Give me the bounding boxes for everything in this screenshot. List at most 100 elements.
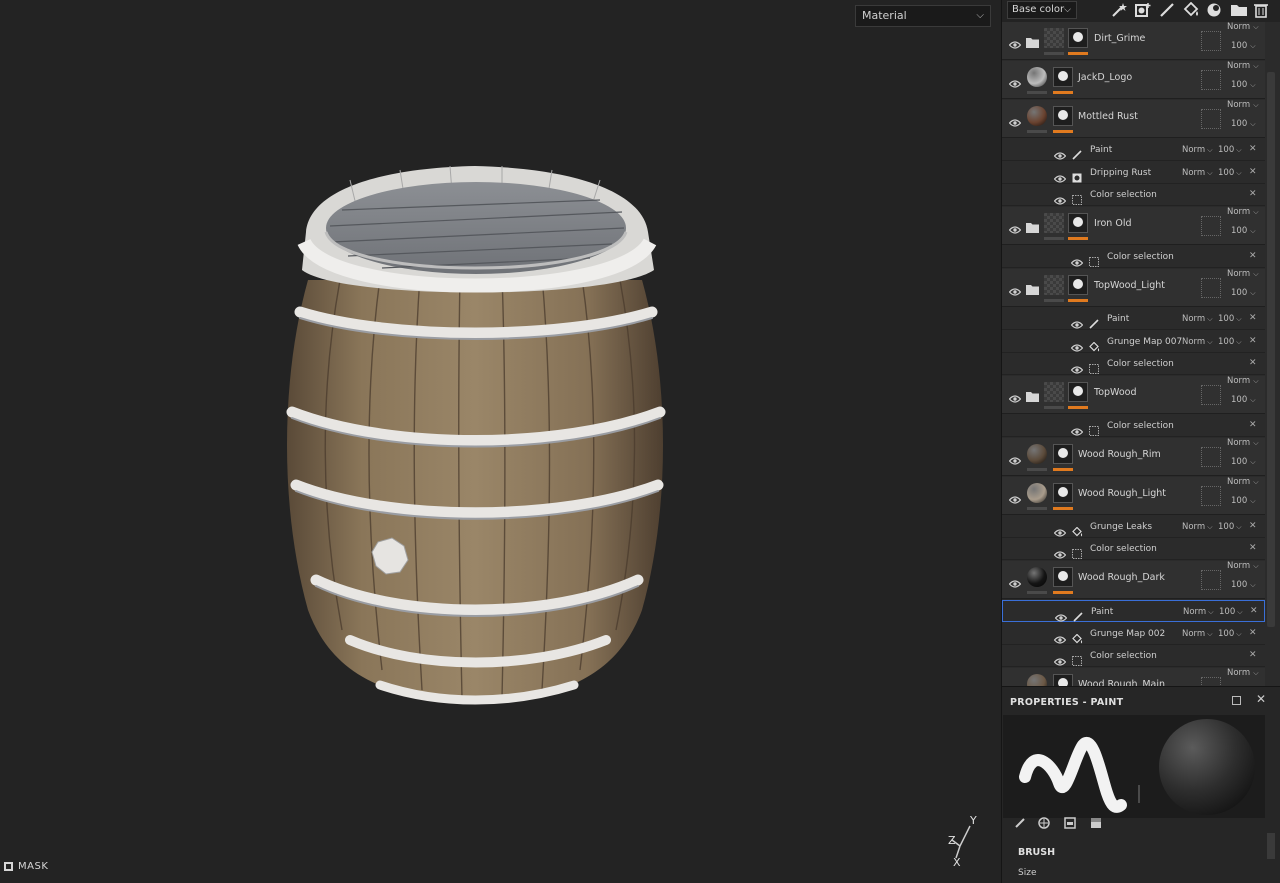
opacity-dropdown[interactable]: 100 ⌵ [1231,457,1256,467]
opacity-dropdown[interactable]: 100 ⌵ [1218,314,1242,324]
mask-thumbnail[interactable] [1053,67,1073,87]
effect-name[interactable]: Color selection [1090,190,1157,200]
effect-row[interactable]: Color selection ✕ [1002,538,1265,561]
effect-row[interactable]: Paint Norm ⌵ 100 ⌵ ✕ [1002,139,1265,161]
remove-effect-icon[interactable]: ✕ [1249,543,1257,553]
layer-row[interactable]: Wood Rough_Light Norm ⌵ 100 ⌵ [1002,476,1265,515]
layer-thumbnail[interactable] [1044,381,1064,402]
blend-mode-dropdown[interactable]: Norm ⌵ [1227,100,1259,110]
layer-geometry-mask-slot[interactable] [1201,570,1221,590]
display-mode-dropdown[interactable]: Material ⌵ [855,5,991,27]
layer-name[interactable]: Wood Rough_Rim [1078,449,1161,460]
layer-thumbnail[interactable] [1027,482,1047,503]
blend-mode-dropdown[interactable]: Norm ⌵ [1227,207,1259,217]
layer-row[interactable]: TopWood Norm ⌵ 100 ⌵ [1002,375,1265,414]
layer-name[interactable]: Iron Old [1094,218,1132,229]
layer-row[interactable]: Wood Rough_Dark Norm ⌵ 100 ⌵ [1002,561,1265,599]
effect-row[interactable]: Color selection ✕ [1002,353,1265,376]
layer-geometry-mask-slot[interactable] [1201,70,1221,90]
effect-name[interactable]: Color selection [1090,651,1157,661]
opacity-dropdown[interactable]: 100 ⌵ [1218,145,1242,155]
alpha-icon[interactable] [1038,817,1050,829]
layer-row[interactable]: Wood Rough_MainNorm⌵100⌵ [1002,668,1265,686]
mask-thumbnail[interactable] [1068,274,1088,295]
opacity-dropdown[interactable]: 100 ⌵ [1231,226,1256,236]
effect-name[interactable]: Color selection [1107,421,1174,431]
blend-mode-dropdown[interactable]: Norm ⌵ [1227,269,1259,279]
effect-name[interactable]: Grunge Leaks [1090,522,1152,532]
fill-bucket-icon[interactable] [1182,2,1200,18]
remove-effect-icon[interactable]: ✕ [1249,358,1257,368]
layer-thumbnail[interactable] [1027,106,1047,126]
remove-effect-icon[interactable]: ✕ [1249,189,1257,199]
properties-scrollbar[interactable] [1267,833,1275,859]
opacity-dropdown[interactable]: 100 ⌵ [1219,607,1243,617]
visibility-eye-icon[interactable] [1008,388,1022,407]
layer-row[interactable]: JackD_Logo Norm ⌵ 100 ⌵ [1002,61,1265,99]
layer-row[interactable]: Dirt_Grime Norm ⌵ 100 ⌵ [1002,22,1265,60]
layer-geometry-mask-slot[interactable] [1201,31,1221,51]
layer-row[interactable]: Iron Old Norm ⌵ 100 ⌵ [1002,207,1265,246]
blend-mode-dropdown[interactable]: Norm ⌵ [1183,607,1214,617]
layer-thumbnail[interactable] [1027,443,1047,464]
remove-effect-icon[interactable]: ✕ [1249,650,1257,660]
visibility-eye-icon[interactable] [1008,112,1022,131]
visibility-eye-icon[interactable] [1008,281,1022,300]
blend-mode-dropdown[interactable]: Norm ⌵ [1182,629,1213,639]
effect-name[interactable]: Color selection [1107,359,1174,369]
blend-mode-dropdown[interactable]: Norm ⌵ [1227,668,1259,678]
opacity-dropdown[interactable]: 100 ⌵ [1218,522,1242,532]
folder-icon[interactable] [1230,2,1248,18]
remove-effect-icon[interactable]: ✕ [1249,420,1257,430]
layer-name[interactable]: TopWood_Light [1094,280,1165,291]
opacity-dropdown[interactable]: 100 ⌵ [1231,496,1256,506]
effect-row[interactable]: Grunge Map 007 Norm ⌵ 100 ⌵ ✕ [1002,330,1265,353]
opacity-dropdown[interactable]: 100 ⌵ [1218,337,1242,347]
material-sphere-preview[interactable] [1143,715,1265,818]
mask-thumbnail[interactable] [1068,28,1088,48]
effect-row[interactable]: Color selection ✕ [1002,414,1265,437]
effect-name[interactable]: Grunge Map 007 [1107,337,1182,347]
layer-geometry-mask-slot[interactable] [1201,384,1221,405]
layer-thumbnail[interactable] [1044,274,1064,295]
mask-thumbnail[interactable] [1068,213,1088,234]
visibility-eye-icon[interactable] [1008,450,1022,469]
visibility-eye-icon[interactable] [1008,219,1022,238]
layer-stack[interactable]: Dirt_Grime Norm ⌵ 100 ⌵ JackD_Logo Norm ⌵ 100 ⌵ Mo… [1002,22,1265,686]
layer-geometry-mask-slot[interactable] [1201,109,1221,129]
mask-thumbnail[interactable] [1053,567,1073,587]
barrel-model[interactable] [270,150,690,720]
blend-mode-dropdown[interactable]: Norm ⌵ [1227,61,1259,71]
magic-wand-icon[interactable] [1110,2,1128,18]
layer-geometry-mask-slot[interactable] [1201,277,1221,298]
opacity-dropdown[interactable]: 100 ⌵ [1218,168,1242,178]
float-window-icon[interactable] [1232,696,1241,705]
visibility-eye-icon[interactable] [1008,573,1022,592]
layer-geometry-mask-slot[interactable] [1201,216,1221,237]
opacity-dropdown[interactable]: 100 ⌵ [1231,119,1256,129]
mask-thumbnail[interactable] [1053,674,1073,686]
mask-toggle[interactable]: MASK [4,859,48,873]
remove-effect-icon[interactable]: ✕ [1250,606,1258,616]
add-layer-icon[interactable] [1134,2,1152,18]
layer-name[interactable]: Mottled Rust [1078,111,1138,122]
opacity-dropdown[interactable]: 100 ⌵ [1231,80,1256,90]
layer-thumbnail[interactable] [1044,213,1064,234]
layer-thumbnail[interactable] [1027,674,1047,686]
layer-name[interactable]: Wood Rough_Main [1078,679,1165,686]
effect-name[interactable]: Paint [1107,314,1129,324]
blend-mode-dropdown[interactable]: Norm ⌵ [1227,376,1259,386]
opacity-dropdown[interactable]: 100 ⌵ [1231,41,1256,51]
layer-row[interactable]: Wood Rough_Rim Norm ⌵ 100 ⌵ [1002,437,1265,476]
effect-row[interactable]: Dripping Rust Norm ⌵ 100 ⌵ ✕ [1002,161,1265,184]
layer-geometry-mask-slot[interactable] [1201,446,1221,467]
effect-name[interactable]: Paint [1091,607,1113,617]
close-icon[interactable]: ✕ [1256,692,1266,706]
channel-dropdown[interactable]: Base color ⌵ [1007,1,1077,19]
effect-row[interactable]: Color selection ✕ [1002,645,1265,668]
mask-thumbnail[interactable] [1053,482,1073,503]
blend-mode-dropdown[interactable]: Norm ⌵ [1227,22,1259,32]
effect-name[interactable]: Dripping Rust [1090,168,1151,178]
effect-name[interactable]: Grunge Map 002 [1090,629,1165,639]
layer-name[interactable]: JackD_Logo [1078,72,1132,83]
